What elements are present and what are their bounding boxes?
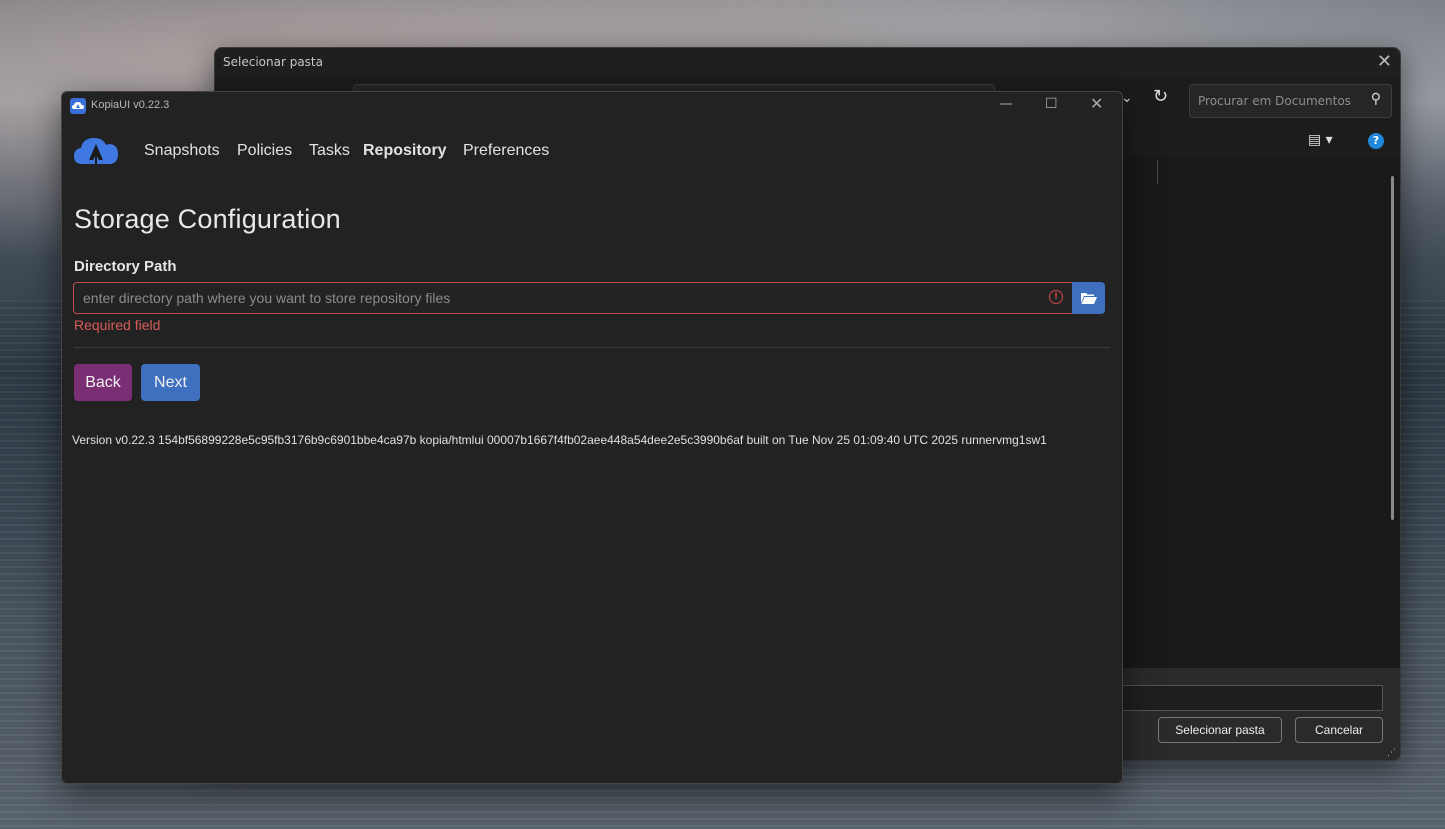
- window-titlebar: KopiaUI v0.22.3 — ☐ ✕: [62, 92, 1122, 120]
- browse-folder-button[interactable]: [1072, 282, 1105, 314]
- directory-path-field: !: [73, 282, 1074, 314]
- search-icon: ⚲: [1370, 91, 1381, 107]
- dialog-title: Selecionar pasta: [223, 55, 323, 69]
- dialog-scrollbar[interactable]: [1391, 176, 1394, 520]
- refresh-icon[interactable]: ↻: [1153, 86, 1168, 107]
- nav-preferences[interactable]: Preferences: [463, 142, 549, 160]
- window-title: KopiaUI v0.22.3: [91, 99, 170, 111]
- help-icon[interactable]: ?: [1368, 133, 1384, 149]
- kopia-window: KopiaUI v0.22.3 — ☐ ✕ Snapshots Policies…: [61, 91, 1123, 784]
- nav-snapshots[interactable]: Snapshots: [144, 142, 220, 160]
- minimize-icon[interactable]: —: [999, 96, 1013, 112]
- dialog-titlebar: Selecionar pasta ✕: [215, 48, 1400, 78]
- back-button[interactable]: Back: [74, 364, 132, 401]
- nav-repository[interactable]: Repository: [363, 142, 447, 160]
- dialog-close-icon[interactable]: ✕: [1377, 51, 1392, 72]
- page-title: Storage Configuration: [74, 204, 341, 234]
- column-divider[interactable]: [1157, 160, 1158, 184]
- nav-policies[interactable]: Policies: [237, 142, 292, 160]
- dialog-search-placeholder: Procurar em Documentos: [1198, 94, 1351, 108]
- kopia-logo-icon[interactable]: [72, 134, 120, 168]
- select-folder-button[interactable]: Selecionar pasta: [1158, 717, 1282, 743]
- directory-path-label: Directory Path: [74, 258, 177, 275]
- nav-tasks[interactable]: Tasks: [309, 142, 350, 160]
- next-button[interactable]: Next: [141, 364, 200, 401]
- main-nav: Snapshots Policies Tasks Repository Pref…: [62, 128, 1122, 176]
- divider: [74, 347, 1110, 348]
- view-options-icon[interactable]: ▤ ▾: [1308, 132, 1333, 148]
- kopia-app-icon: [70, 98, 86, 114]
- maximize-icon[interactable]: ☐: [1045, 96, 1058, 112]
- folder-open-icon: [1081, 293, 1097, 304]
- version-info: Version v0.22.3 154bf56899228e5c95fb3176…: [72, 433, 1047, 447]
- dialog-search-input[interactable]: Procurar em Documentos ⚲: [1189, 84, 1392, 118]
- close-icon[interactable]: ✕: [1090, 94, 1103, 113]
- exclamation-circle-icon: !: [1049, 290, 1063, 304]
- folder-name-field[interactable]: [1115, 685, 1383, 711]
- cancel-button[interactable]: Cancelar: [1295, 717, 1383, 743]
- required-field-error: Required field: [74, 317, 161, 333]
- directory-path-input[interactable]: [74, 283, 1043, 313]
- resize-grip-icon[interactable]: ⋰: [1387, 748, 1396, 758]
